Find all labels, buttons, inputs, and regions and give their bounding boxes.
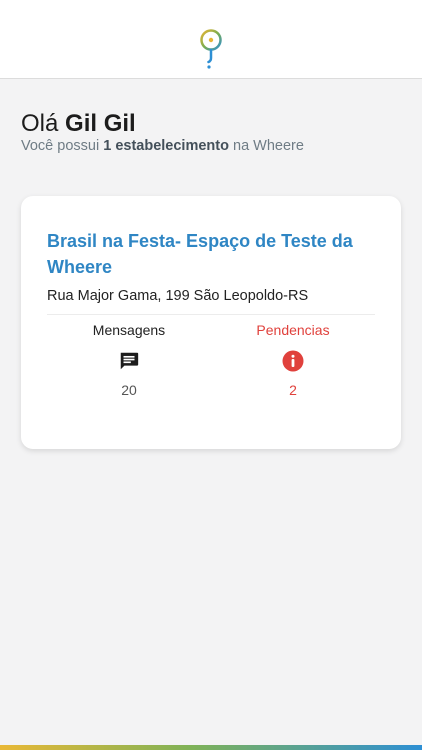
- battery-icon: [390, 5, 417, 17]
- establishment-summary: Você possui 1 estabelecimento na Wheere: [21, 138, 304, 154]
- summary-suffix: na Wheere: [233, 138, 304, 154]
- map-pin-question-icon: [197, 28, 225, 70]
- messages-stat[interactable]: Mensagens 20: [49, 322, 209, 398]
- establishment-count: 1 estabelecimento: [103, 138, 229, 154]
- user-name: Gil Gil: [65, 110, 136, 137]
- clock: 12:03 AM: [182, 4, 240, 19]
- messages-label: Mensagens: [92, 322, 166, 338]
- establishment-address: Rua Major Gama, 199 São Leopoldo-RS: [47, 288, 309, 304]
- summary-prefix: Você possui: [21, 138, 100, 154]
- chat-icon: [118, 350, 140, 372]
- messages-count: 20: [121, 382, 137, 398]
- pending-stat[interactable]: Pendencias 2: [213, 322, 373, 398]
- alert-info-icon: [282, 350, 304, 372]
- establishment-name[interactable]: Brasil na Festa- Espaço de Teste da Whee…: [47, 228, 367, 280]
- pending-count: 2: [289, 382, 297, 398]
- greeting: Olá Gil Gil: [21, 110, 136, 138]
- top-app-bar: Carrier 12:03 AM: [0, 0, 422, 79]
- pending-label: Pendencias: [256, 322, 330, 338]
- status-bar: Carrier 12:03 AM: [0, 0, 422, 22]
- brand-gradient-stripe: [0, 745, 422, 750]
- divider: [47, 314, 375, 315]
- greeting-hello: Olá: [21, 110, 59, 137]
- establishment-card[interactable]: Brasil na Festa- Espaço de Teste da Whee…: [21, 196, 401, 449]
